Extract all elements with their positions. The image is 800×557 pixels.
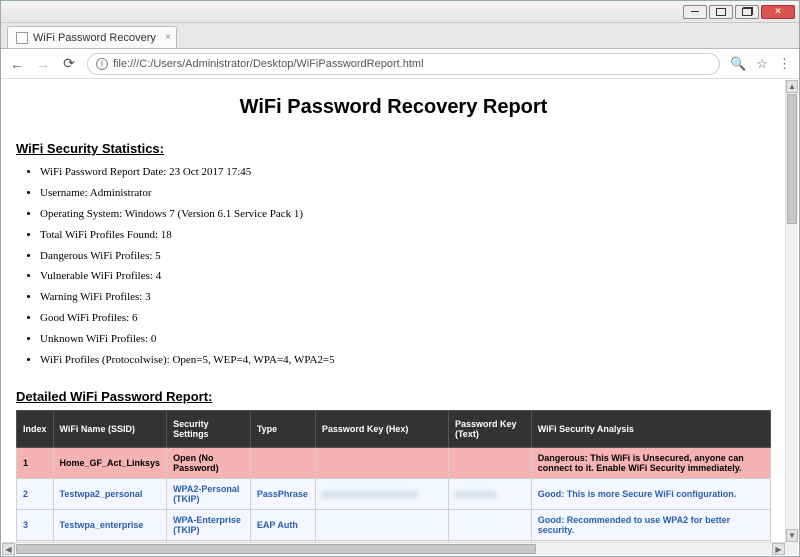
toolbar: ← → ⟳ i file:///C:/Users/Administrator/D… <box>1 49 799 79</box>
cell: Good: Recommended to use WPA2 for better… <box>531 509 770 540</box>
address-bar[interactable]: i file:///C:/Users/Administrator/Desktop… <box>87 53 720 75</box>
cell <box>315 447 448 478</box>
report-table: Index WiFi Name (SSID) Security Settings… <box>16 410 771 542</box>
col-analysis: WiFi Security Analysis <box>531 410 770 447</box>
cell: Open (No Password) <box>167 447 251 478</box>
stat-item: Dangerous WiFi Profiles: 5 <box>40 246 771 267</box>
col-type: Type <box>250 410 315 447</box>
horizontal-scroll-thumb[interactable] <box>16 544 536 554</box>
back-button[interactable]: ← <box>9 56 25 72</box>
horizontal-scrollbar[interactable]: ◀ ▶ <box>2 542 785 555</box>
section-detail-heading: Detailed WiFi Password Report: <box>16 389 771 404</box>
reload-button[interactable]: ⟳ <box>61 56 77 72</box>
section-stats-heading: WiFi Security Statistics: <box>16 141 771 156</box>
site-info-icon[interactable]: i <box>96 58 108 70</box>
scroll-left-button[interactable]: ◀ <box>2 543 15 555</box>
cell: xxxxxxx <box>448 478 531 509</box>
stat-item: Total WiFi Profiles Found: 18 <box>40 225 771 246</box>
cell: Home_GF_Act_Linksys <box>53 447 167 478</box>
cell <box>250 447 315 478</box>
table-row: 3Testwpa_enterpriseWPA-Enterprise (TKIP)… <box>17 509 771 540</box>
cell: 1 <box>17 447 54 478</box>
scroll-corner <box>785 542 798 555</box>
document-body: WiFi Password Recovery Report WiFi Secur… <box>2 80 785 542</box>
stat-item: Operating System: Windows 7 (Version 6.1… <box>40 204 771 225</box>
page-title: WiFi Password Recovery Report <box>16 96 771 119</box>
page-viewport[interactable]: WiFi Password Recovery Report WiFi Secur… <box>2 80 785 542</box>
url-text: file:///C:/Users/Administrator/Desktop/W… <box>113 58 424 70</box>
forward-button[interactable]: → <box>35 56 51 72</box>
stat-item: Vulnerable WiFi Profiles: 4 <box>40 266 771 287</box>
stat-item: Unknown WiFi Profiles: 0 <box>40 329 771 350</box>
table-row: 2Testwpa2_personalWPA2-Personal (TKIP)Pa… <box>17 478 771 509</box>
cell <box>448 447 531 478</box>
cell: Testwpa2_personal <box>53 478 167 509</box>
cell: Testwpa_enterprise <box>53 509 167 540</box>
minimize-button[interactable] <box>683 5 707 19</box>
stat-item: Username: Administrator <box>40 183 771 204</box>
table-header-row: Index WiFi Name (SSID) Security Settings… <box>17 410 771 447</box>
bookmark-icon[interactable]: ☆ <box>756 56 768 72</box>
stat-item: WiFi Password Report Date: 23 Oct 2017 1… <box>40 162 771 183</box>
scroll-up-button[interactable]: ▲ <box>786 80 798 93</box>
col-ssid: WiFi Name (SSID) <box>53 410 167 447</box>
cell: Dangerous: This WiFi is Unsecured, anyon… <box>531 447 770 478</box>
cell: WPA-Enterprise (TKIP) <box>167 509 251 540</box>
restore-button[interactable] <box>709 5 733 19</box>
stat-item: Warning WiFi Profiles: 3 <box>40 287 771 308</box>
col-hex: Password Key (Hex) <box>315 410 448 447</box>
zoom-icon[interactable]: 🔍 <box>730 56 746 72</box>
col-text: Password Key (Text) <box>448 410 531 447</box>
maximize-button[interactable] <box>735 5 759 19</box>
cell <box>448 509 531 540</box>
scroll-right-button[interactable]: ▶ <box>772 543 785 555</box>
cell: 3 <box>17 509 54 540</box>
menu-icon[interactable]: ⋮ <box>778 56 791 72</box>
scroll-down-button[interactable]: ▼ <box>786 529 798 542</box>
browser-tab[interactable]: WiFi Password Recovery × <box>7 26 177 48</box>
cell: PassPhrase <box>250 478 315 509</box>
cell: EAP Auth <box>250 509 315 540</box>
stat-item: WiFi Profiles (Protocolwise): Open=5, WE… <box>40 350 771 371</box>
cell: xxxxxxxxxxxxxxxx <box>315 478 448 509</box>
close-button[interactable] <box>761 5 795 19</box>
tab-title: WiFi Password Recovery <box>33 32 156 44</box>
vertical-scrollbar[interactable]: ▲ ▼ <box>785 80 798 542</box>
stat-item: Good WiFi Profiles: 6 <box>40 308 771 329</box>
close-tab-icon[interactable]: × <box>165 32 171 43</box>
col-security: Security Settings <box>167 410 251 447</box>
stats-list: WiFi Password Report Date: 23 Oct 2017 1… <box>40 162 771 371</box>
window-titlebar <box>1 1 799 23</box>
page-icon <box>16 32 28 44</box>
cell <box>315 509 448 540</box>
cell: 2 <box>17 478 54 509</box>
vertical-scroll-thumb[interactable] <box>787 94 797 224</box>
table-row: 1Home_GF_Act_LinksysOpen (No Password) Da… <box>17 447 771 478</box>
cell: WPA2-Personal (TKIP) <box>167 478 251 509</box>
cell: Good: This is more Secure WiFi configura… <box>531 478 770 509</box>
col-index: Index <box>17 410 54 447</box>
tab-strip: WiFi Password Recovery × <box>1 23 799 49</box>
